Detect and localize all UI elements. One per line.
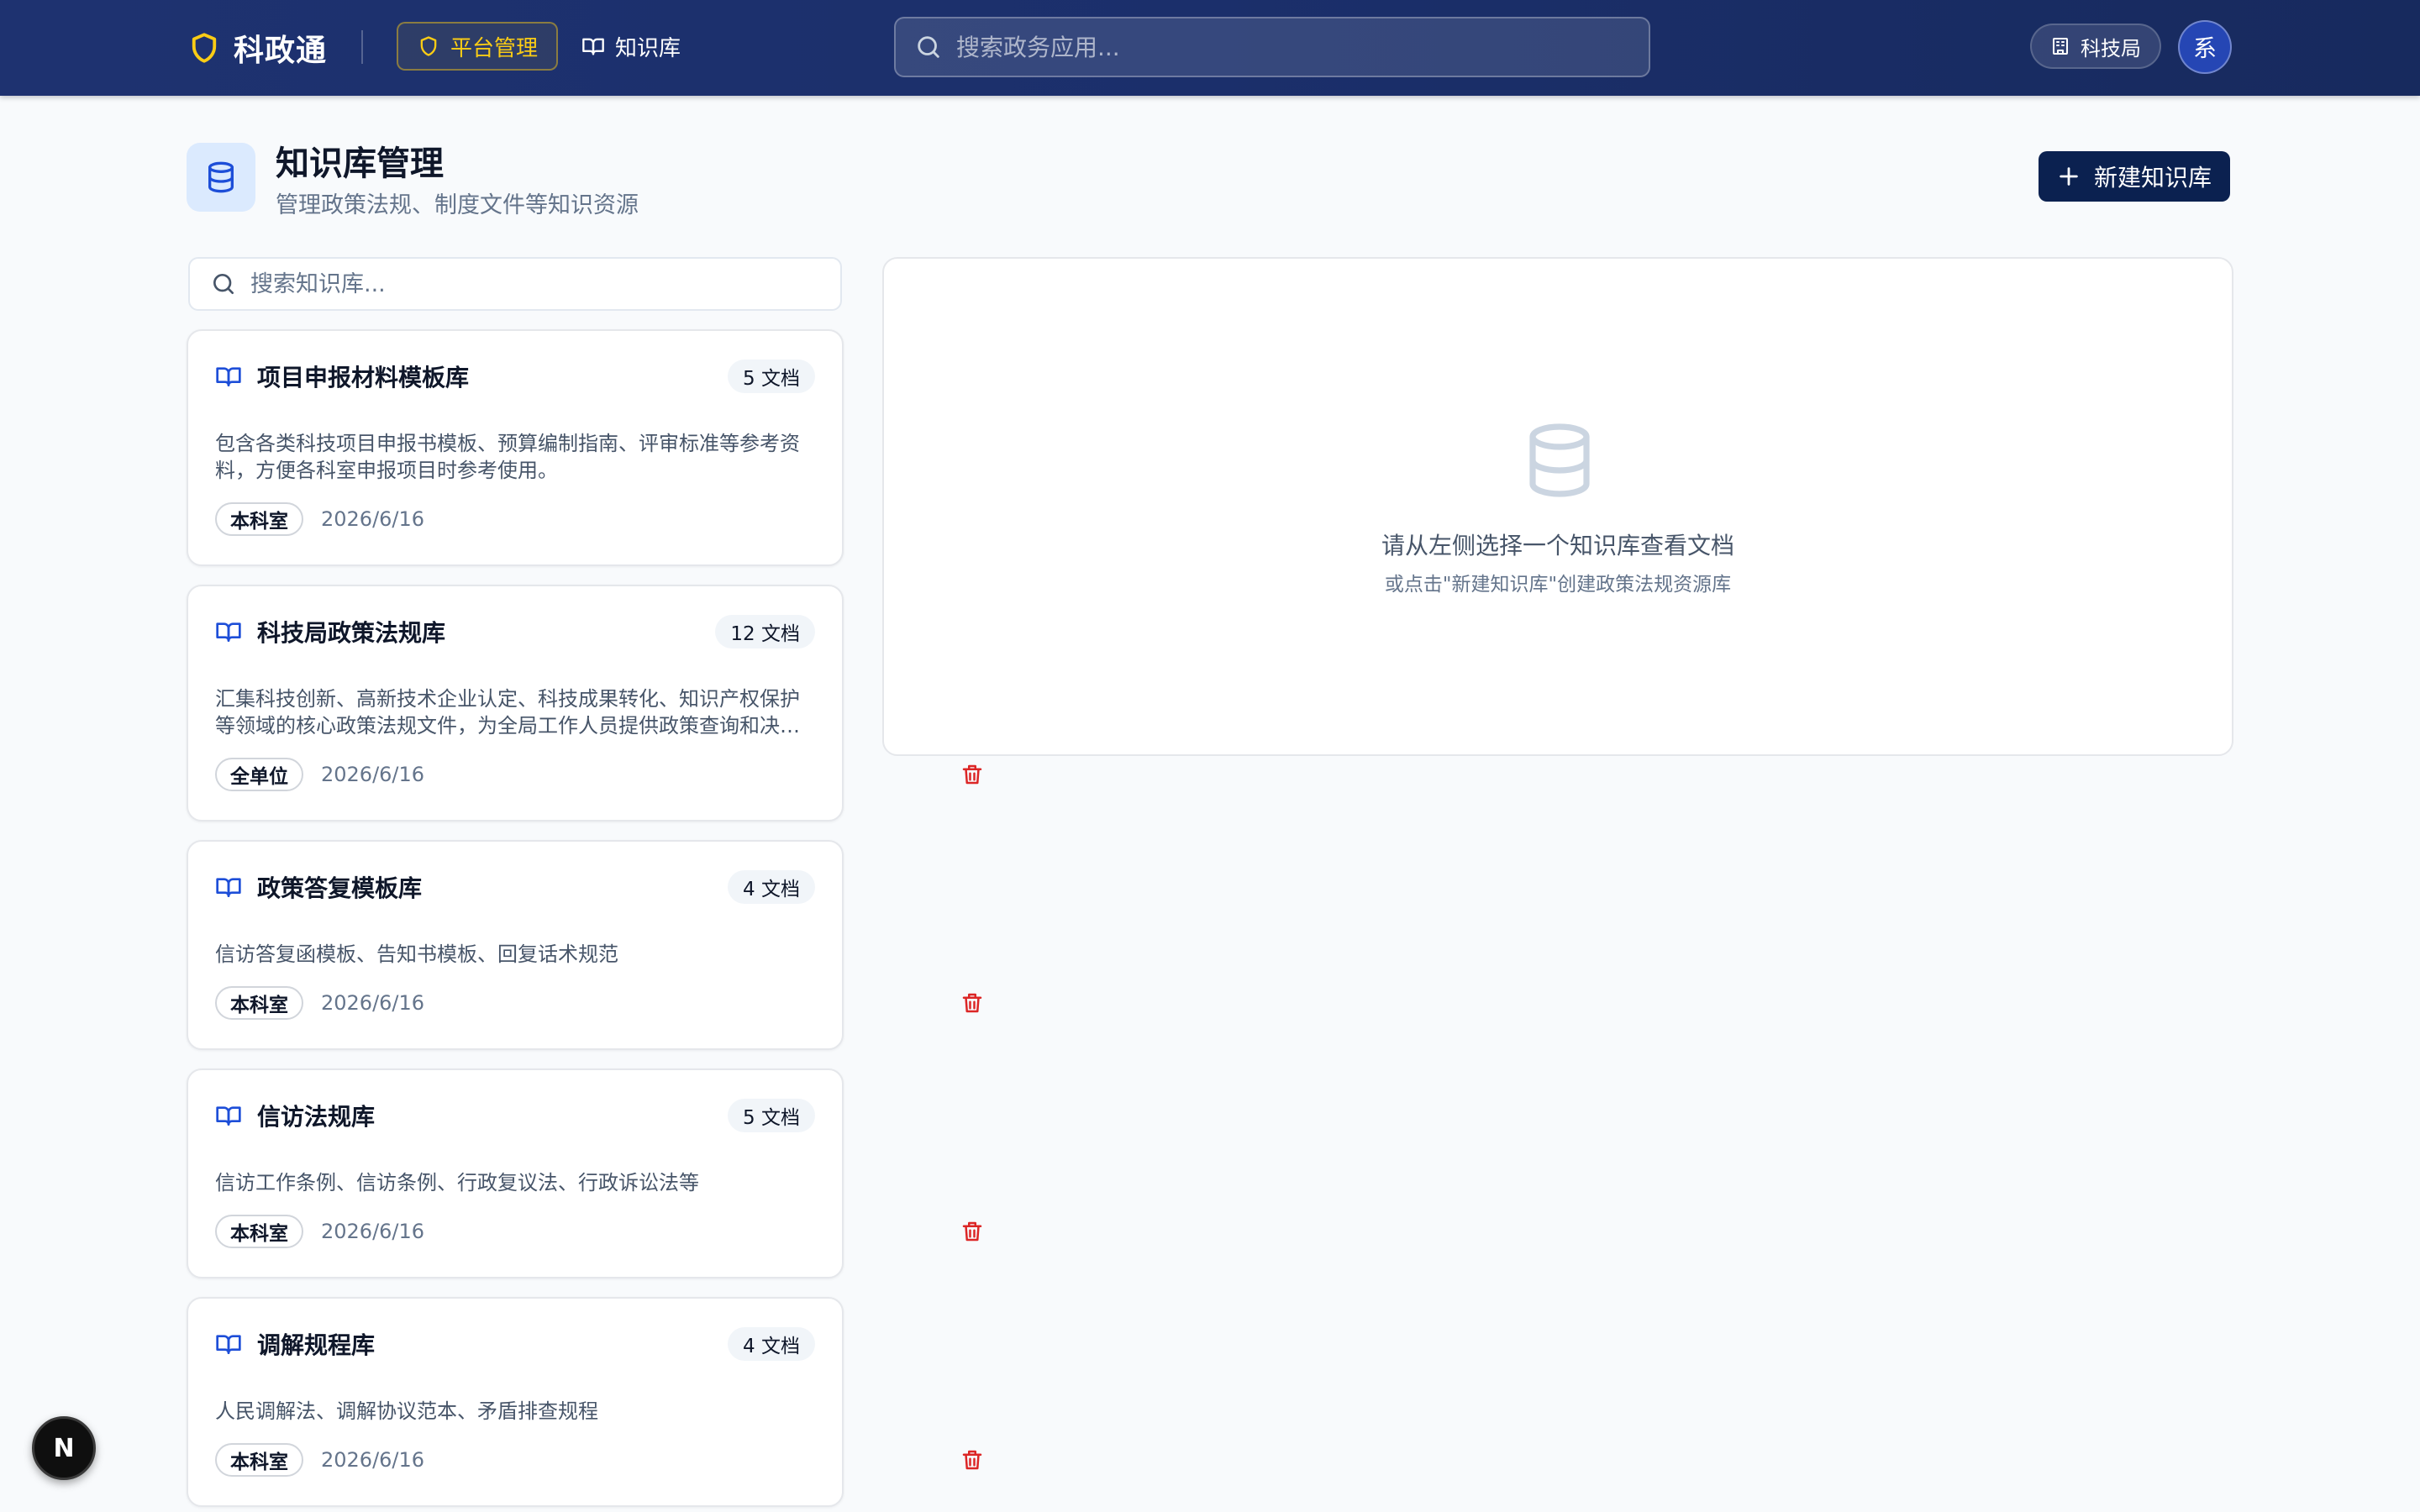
kb-description: 人民调解法、调解协议范本、矛盾排查规程: [215, 1399, 598, 1423]
trash-icon[interactable]: [960, 990, 985, 1016]
kb-date: 2026/6/16: [321, 507, 425, 531]
nav-platform-management[interactable]: 平台管理: [397, 22, 559, 71]
kb-date: 2026/6/16: [321, 991, 425, 1015]
book-open-icon: [216, 367, 241, 386]
book-open-icon: [216, 1106, 241, 1126]
database-icon: [1529, 423, 1590, 497]
new-knowledge-base-button[interactable]: 新建知识库: [2039, 151, 2230, 202]
scope-badge: 全单位: [215, 758, 303, 791]
kb-description: 包含各类科技项目申报书模板、预算编制指南、评审标准等参考资料，方便各科室申报项目…: [215, 432, 800, 482]
kb-card[interactable]: 调解规程库 4 文档 人民调解法、调解协议范本、矛盾排查规程 本科室 2026/…: [187, 1297, 982, 1507]
shield-icon: [192, 33, 217, 63]
kb-title: 科技局政策法规库: [257, 619, 446, 647]
kb-description: 信访答复函模板、告知书模板、回复话术规范: [215, 942, 618, 966]
department-switcher[interactable]: 科技局: [2030, 24, 2161, 69]
kb-card[interactable]: 政策答复模板库 4 文档 信访答复函模板、告知书模板、回复话术规范 本科室 20…: [187, 840, 982, 1050]
nav-kb-label: 知识库: [615, 35, 681, 61]
kb-date: 2026/6/16: [321, 763, 425, 786]
new-button-label: 新建知识库: [2093, 164, 2212, 192]
empty-state-title: 请从左侧选择一个知识库查看文档: [1381, 532, 1734, 559]
top-bar: 科政通 平台管理 知识库 科技局 系: [0, 0, 2420, 96]
kb-detail-panel: 请从左侧选择一个知识库查看文档 或点击"新建知识库"创建政策法规资源库: [882, 257, 2233, 756]
scope-badge: 本科室: [215, 986, 303, 1020]
kb-date: 2026/6/16: [321, 1220, 425, 1243]
global-search-input[interactable]: [956, 33, 1612, 61]
scope-badge: 本科室: [215, 502, 303, 536]
doc-count-badge: 4 文档: [728, 1327, 815, 1361]
brand[interactable]: 科政通: [187, 25, 327, 71]
kb-search[interactable]: [188, 257, 842, 311]
department-label: 科技局: [2081, 36, 2141, 60]
avatar[interactable]: 系: [2178, 20, 2232, 74]
dev-tools-badge[interactable]: N: [32, 1416, 96, 1480]
plus-icon: [2060, 167, 2078, 186]
search-icon: [213, 274, 234, 294]
brand-name: 科政通: [234, 34, 328, 68]
kb-card[interactable]: 科技局政策法规库 12 文档 汇集科技创新、高新技术企业认定、科技成果转化、知识…: [187, 585, 982, 822]
scope-badge: 本科室: [215, 1443, 303, 1477]
trash-icon[interactable]: [960, 762, 985, 787]
kb-title: 调解规程库: [257, 1331, 376, 1359]
kb-description: 信访工作条例、信访条例、行政复议法、行政诉讼法等: [215, 1171, 699, 1194]
doc-count-badge: 12 文档: [715, 615, 815, 648]
book-open-icon: [216, 622, 241, 642]
kb-title: 信访法规库: [257, 1103, 376, 1131]
book-open-icon: [216, 1335, 241, 1354]
book-open-icon: [582, 38, 604, 55]
trash-icon[interactable]: [960, 1219, 985, 1244]
page-icon: [187, 143, 255, 212]
kb-title: 政策答复模板库: [257, 874, 423, 902]
kb-description: 汇集科技创新、高新技术企业认定、科技成果转化、知识产权保护等领域的核心政策法规文…: [215, 687, 800, 738]
doc-count-badge: 4 文档: [728, 870, 815, 904]
page-title: 知识库管理: [276, 144, 444, 183]
global-search[interactable]: [894, 17, 1650, 77]
search-icon: [918, 36, 939, 58]
kb-card[interactable]: 信访法规库 5 文档 信访工作条例、信访条例、行政复议法、行政诉讼法等 本科室 …: [187, 1068, 982, 1278]
scope-badge: 本科室: [215, 1215, 303, 1248]
kb-card[interactable]: 项目申报材料模板库 5 文档 包含各类科技项目申报书模板、预算编制指南、评审标准…: [187, 329, 982, 566]
doc-count-badge: 5 文档: [728, 360, 815, 393]
empty-state-subtitle: 或点击"新建知识库"创建政策法规资源库: [1384, 574, 1732, 596]
database-icon: [208, 161, 234, 193]
divider: [361, 30, 363, 64]
kb-search-input[interactable]: [250, 270, 822, 297]
nav-knowledge-base[interactable]: 知识库: [561, 22, 701, 71]
page-subtitle: 管理政策法规、制度文件等知识资源: [276, 192, 639, 218]
trash-icon[interactable]: [960, 1447, 985, 1473]
kb-date: 2026/6/16: [321, 1448, 425, 1472]
doc-count-badge: 5 文档: [728, 1099, 815, 1132]
shield-icon: [420, 36, 437, 56]
nav-platform-label: 平台管理: [450, 35, 539, 61]
building-icon: [2053, 38, 2068, 55]
book-open-icon: [216, 878, 241, 897]
kb-title: 项目申报材料模板库: [257, 364, 470, 391]
